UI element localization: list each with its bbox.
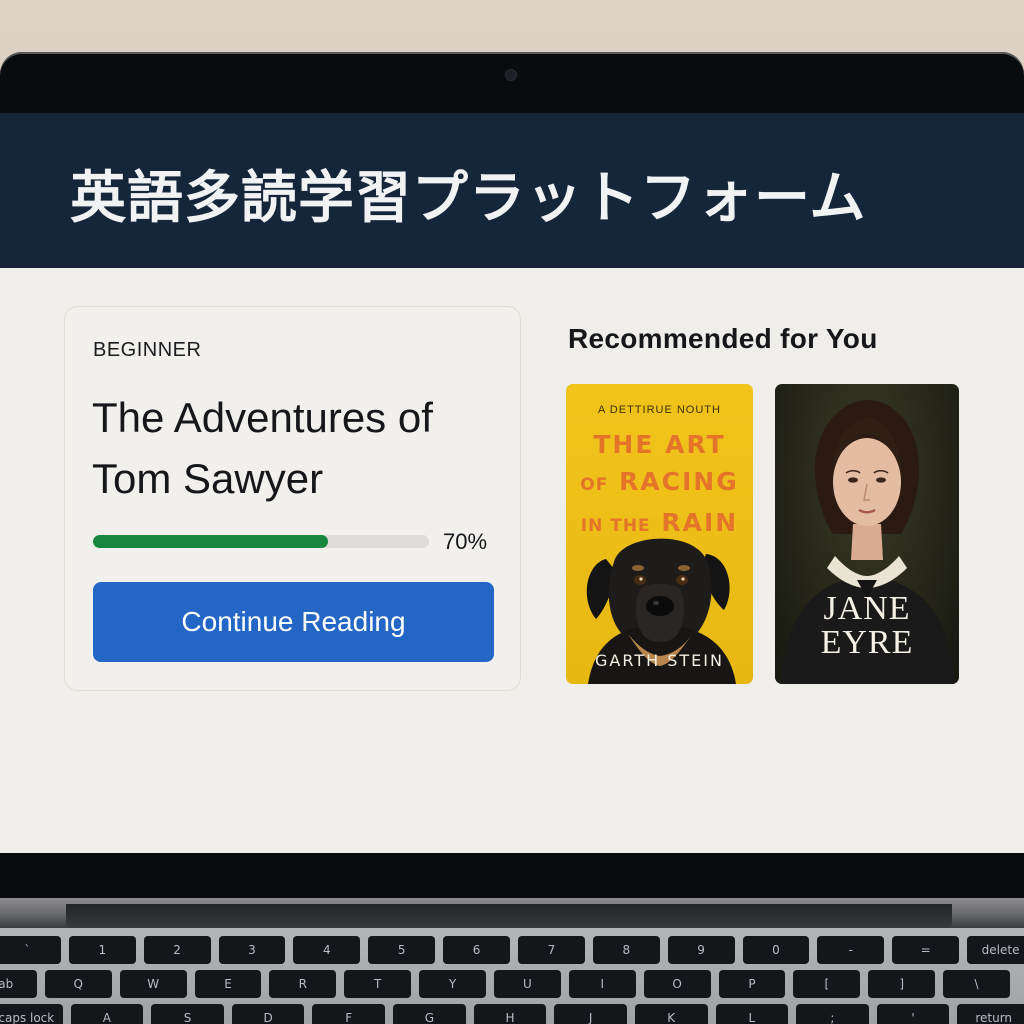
book-2-cover-title: JANE EYRE	[775, 592, 959, 660]
book-1-title-of: OF	[580, 475, 609, 495]
key-2-8[interactable]: I	[568, 970, 636, 998]
book-1-title-rain: RAIN	[661, 508, 739, 537]
key-3-7[interactable]: J	[554, 1004, 627, 1024]
book-1-title-in-the: IN THE	[580, 516, 651, 536]
book-1-cover-title: THE ART OF RACING IN THE RAIN	[566, 426, 753, 545]
key-2-10[interactable]: P	[718, 970, 786, 998]
key-3-11[interactable]: '	[876, 1004, 950, 1024]
key-3-9[interactable]: L	[715, 1004, 789, 1024]
book-1-title-line-2: OF RACING	[566, 463, 753, 504]
key-3-5[interactable]: G	[393, 1004, 466, 1024]
book-1-cover-subtitle: A DETTIRUE NOUTH	[598, 404, 721, 416]
key-2-9[interactable]: O	[643, 970, 711, 998]
progress-percent: 70%	[443, 529, 488, 554]
key-3-2[interactable]: S	[151, 1004, 224, 1024]
book-1-title-line-3: IN THE RAIN	[566, 504, 753, 545]
book-2-title-line-1: JANE	[823, 590, 911, 627]
recommended-heading: Recommended for You	[568, 323, 878, 354]
laptop-screen: 英語多読学習プラットフォーム BEGINNER The Adventures o…	[0, 113, 1024, 853]
key-3-12[interactable]: return	[957, 1004, 1024, 1024]
recommended-book-jane-eyre[interactable]: JANE EYRE	[775, 384, 959, 684]
book-2-title-line-2: EYRE	[820, 624, 914, 661]
key-2-11[interactable]: [	[793, 970, 861, 998]
key-1-1[interactable]: 1	[68, 936, 136, 964]
reading-progress-bar	[93, 535, 429, 548]
book-1-title-racing: RACING	[619, 467, 739, 496]
key-3-1[interactable]: A	[70, 1004, 144, 1024]
key-1-2[interactable]: 2	[143, 936, 211, 964]
app-title: 英語多読学習プラットフォーム	[70, 166, 867, 231]
key-1-10[interactable]: 0	[742, 936, 810, 964]
key-1-13[interactable]: delete	[967, 936, 1024, 964]
key-1-0[interactable]: `	[0, 936, 61, 964]
webcam	[506, 70, 516, 80]
key-1-5[interactable]: 5	[368, 936, 436, 964]
key-3-8[interactable]: K	[634, 1004, 708, 1024]
key-3-3[interactable]: D	[231, 1004, 305, 1024]
key-3-0[interactable]: caps lock	[0, 1004, 63, 1024]
key-2-12[interactable]: ]	[868, 970, 936, 998]
key-2-2[interactable]: W	[119, 970, 187, 998]
keyboard-deck: `1234567890-=delete tabQWERTYUIOP[]\ caps …	[0, 928, 1024, 1024]
key-1-7[interactable]: 7	[518, 936, 585, 964]
key-2-6[interactable]: Y	[419, 970, 486, 998]
current-book-title: The Adventures of Tom Sawyer	[92, 394, 433, 502]
key-2-3[interactable]: E	[194, 970, 262, 998]
key-2-13[interactable]: \	[943, 970, 1010, 998]
key-2-4[interactable]: R	[269, 970, 337, 998]
key-1-9[interactable]: 9	[667, 936, 735, 964]
recommended-book-racing-in-the-rain[interactable]: A DETTIRUE NOUTH THE ART OF RACING IN TH…	[566, 384, 753, 684]
key-3-6[interactable]: H	[473, 1004, 547, 1024]
key-1-6[interactable]: 6	[443, 936, 510, 964]
key-2-5[interactable]: T	[344, 970, 412, 998]
key-1-11[interactable]: -	[817, 936, 885, 964]
key-2-7[interactable]: U	[494, 970, 561, 998]
key-3-10[interactable]: ;	[796, 1004, 869, 1024]
key-1-4[interactable]: 4	[293, 936, 361, 964]
continue-reading-button[interactable]: Continue Reading	[93, 582, 494, 662]
key-2-0[interactable]: tab	[0, 970, 37, 998]
laptop-hinge-notch	[66, 904, 952, 928]
current-book-card: BEGINNER The Adventures of Tom Sawyer 70…	[64, 306, 521, 691]
key-1-12[interactable]: =	[892, 936, 960, 964]
key-3-4[interactable]: F	[312, 1004, 386, 1024]
key-2-1[interactable]: Q	[44, 970, 112, 998]
book-1-author: GARTH STEIN	[595, 651, 724, 670]
book-1-title-line-1: THE ART	[593, 430, 726, 459]
level-label: BEGINNER	[93, 339, 202, 361]
app-header: 英語多読学習プラットフォーム	[0, 113, 1024, 268]
laptop-scene: 英語多読学習プラットフォーム BEGINNER The Adventures o…	[0, 0, 1024, 1024]
key-1-3[interactable]: 3	[218, 936, 286, 964]
key-1-8[interactable]: 8	[592, 936, 660, 964]
reading-progress-fill	[93, 535, 329, 548]
